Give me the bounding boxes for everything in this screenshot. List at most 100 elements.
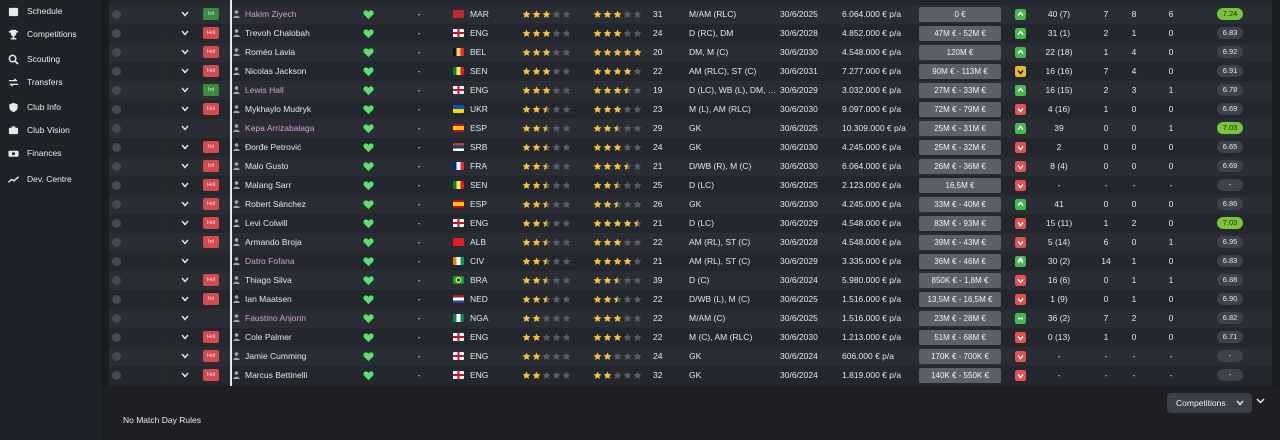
- select-circle-icon[interactable]: [112, 48, 121, 57]
- player-name[interactable]: Mykhaylo Mudryk: [245, 104, 311, 114]
- select-circle-icon[interactable]: [112, 29, 121, 38]
- selection-dropdown[interactable]: [179, 24, 191, 43]
- selection-dropdown[interactable]: [179, 176, 191, 195]
- row-select[interactable]: [109, 100, 125, 119]
- row-select[interactable]: [109, 5, 125, 24]
- row-select[interactable]: [109, 233, 125, 252]
- select-circle-icon[interactable]: [112, 86, 121, 95]
- select-circle-icon[interactable]: [112, 200, 121, 209]
- select-circle-icon[interactable]: [112, 67, 121, 76]
- row-select[interactable]: [109, 252, 125, 271]
- select-circle-icon[interactable]: [112, 124, 121, 133]
- chevron-down-icon[interactable]: [1256, 398, 1265, 404]
- chevron-down-icon[interactable]: [181, 239, 189, 245]
- player-name[interactable]: Datro Fofana: [245, 256, 295, 266]
- row-select[interactable]: [109, 366, 125, 385]
- select-circle-icon[interactable]: [112, 162, 121, 171]
- table-row[interactable]: - Hol Nicolas Jackson - SEN 22 AM (RLC),…: [109, 62, 1272, 81]
- chevron-down-icon[interactable]: [181, 201, 189, 207]
- player-name-cell[interactable]: Mykhaylo Mudryk: [233, 100, 353, 119]
- player-name-cell[interactable]: Lewis Hall: [233, 81, 353, 100]
- squad-status-tag[interactable]: Hol: [203, 65, 219, 77]
- table-row[interactable]: - Hol Cole Palmer - ENG 22 M (C), AM (RL…: [109, 328, 1272, 347]
- chevron-down-icon[interactable]: [181, 277, 189, 283]
- player-name[interactable]: Faustino Anjorin: [245, 313, 306, 323]
- table-row[interactable]: - Hol Levi Colwill - ENG 21 D (LC) 30/6/…: [109, 214, 1272, 233]
- player-name[interactable]: Kepa Arrizabalaga: [245, 123, 314, 133]
- select-circle-icon[interactable]: [112, 314, 121, 323]
- selection-dropdown[interactable]: [179, 81, 191, 100]
- row-select[interactable]: [109, 347, 125, 366]
- chevron-down-icon[interactable]: [181, 334, 189, 340]
- row-select[interactable]: [109, 157, 125, 176]
- chevron-down-icon[interactable]: [181, 87, 189, 93]
- row-select[interactable]: [109, 195, 125, 214]
- player-name[interactable]: Trevoh Chalobah: [245, 28, 310, 38]
- chevron-down-icon[interactable]: [181, 353, 189, 359]
- squad-status-tag[interactable]: Int: [203, 141, 219, 153]
- selection-dropdown[interactable]: [179, 290, 191, 309]
- row-select[interactable]: [109, 119, 125, 138]
- player-name[interactable]: Thiago Silva: [245, 275, 292, 285]
- squad-status-tag[interactable]: Hol: [203, 331, 219, 343]
- table-row[interactable]: - Hol Roméo Lavia - BEL 20 DM, M (C) 30/…: [109, 43, 1272, 62]
- selection-dropdown[interactable]: [179, 157, 191, 176]
- player-name[interactable]: Marcus Bettinelli: [245, 370, 307, 380]
- player-name-cell[interactable]: Jamie Cumming: [233, 347, 353, 366]
- player-name[interactable]: Armando Broja: [245, 237, 302, 247]
- player-name-cell[interactable]: Roméo Lavia: [233, 43, 353, 62]
- squad-status-tag[interactable]: Int: [203, 84, 219, 96]
- column-divider[interactable]: [230, 0, 232, 386]
- chevron-down-icon[interactable]: [181, 315, 189, 321]
- table-row[interactable]: - Int Lewis Hall - ENG 19 D (LC), WB (L)…: [109, 81, 1272, 100]
- player-name[interactable]: Malo Gusto: [245, 161, 288, 171]
- select-circle-icon[interactable]: [112, 10, 121, 19]
- chevron-down-icon[interactable]: [181, 106, 189, 112]
- table-row[interactable]: - Hol Malang Sarr - SEN 25 D (LC) 30/6/2…: [109, 176, 1272, 195]
- chevron-down-icon[interactable]: [181, 49, 189, 55]
- player-name[interactable]: Hakim Ziyech: [245, 9, 296, 19]
- sidebar-item-finances[interactable]: Finances: [0, 142, 103, 164]
- selection-dropdown[interactable]: [179, 366, 191, 385]
- chevron-down-icon[interactable]: [181, 30, 189, 36]
- selection-dropdown[interactable]: [179, 271, 191, 290]
- squad-status-tag[interactable]: Hol: [203, 350, 219, 362]
- player-name[interactable]: Cole Palmer: [245, 332, 292, 342]
- table-row[interactable]: - Int Armando Broja - ALB 22 AM (RL), ST…: [109, 233, 1272, 252]
- select-circle-icon[interactable]: [112, 219, 121, 228]
- player-name-cell[interactable]: Đorđe Petrović: [233, 138, 353, 157]
- selection-dropdown[interactable]: [179, 100, 191, 119]
- table-row[interactable]: - Faustino Anjorin - NGA 22 M/AM (C) 30/…: [109, 309, 1272, 328]
- squad-status-tag[interactable]: Hol: [203, 274, 219, 286]
- table-row[interactable]: - Int Đorđe Petrović - SRB 24 GK 30/6/20…: [109, 138, 1272, 157]
- select-circle-icon[interactable]: [112, 276, 121, 285]
- squad-status-tag[interactable]: Int: [203, 8, 219, 20]
- table-row[interactable]: - Hol Jamie Cumming - ENG 24 GK 30/6/202…: [109, 347, 1272, 366]
- select-circle-icon[interactable]: [112, 295, 121, 304]
- squad-status-tag[interactable]: Hol: [203, 369, 219, 381]
- row-select[interactable]: [109, 176, 125, 195]
- sidebar-item-dev-centre[interactable]: Dev. Centre: [0, 168, 103, 190]
- chevron-down-icon[interactable]: [181, 68, 189, 74]
- select-circle-icon[interactable]: [112, 371, 121, 380]
- sidebar-item-club-vision[interactable]: Club Vision: [0, 119, 103, 141]
- row-select[interactable]: [109, 81, 125, 100]
- row-select[interactable]: [109, 24, 125, 43]
- chevron-down-icon[interactable]: [181, 182, 189, 188]
- player-name[interactable]: Ian Maatsen: [245, 294, 292, 304]
- table-row[interactable]: - Hol Trevoh Chalobah - ENG 24 D (RC), D…: [109, 24, 1272, 43]
- squad-status-tag[interactable]: Hol: [203, 179, 219, 191]
- player-name-cell[interactable]: Datro Fofana: [233, 252, 353, 271]
- selection-dropdown[interactable]: [179, 252, 191, 271]
- player-name-cell[interactable]: Marcus Bettinelli: [233, 366, 353, 385]
- table-row[interactable]: - Int Ian Maatsen - NED 22 D/WB (L), M (…: [109, 290, 1272, 309]
- player-name-cell[interactable]: Faustino Anjorin: [233, 309, 353, 328]
- table-row[interactable]: - Int Hakim Ziyech - MAR 31 M/AM (RLC) 3…: [109, 5, 1272, 24]
- player-name[interactable]: Levi Colwill: [245, 218, 288, 228]
- chevron-down-icon[interactable]: [181, 372, 189, 378]
- selection-dropdown[interactable]: [179, 195, 191, 214]
- select-circle-icon[interactable]: [112, 181, 121, 190]
- row-select[interactable]: [109, 138, 125, 157]
- selection-dropdown[interactable]: [179, 5, 191, 24]
- table-row[interactable]: - Kepa Arrizabalaga - ESP 29 GK 30/6/202…: [109, 119, 1272, 138]
